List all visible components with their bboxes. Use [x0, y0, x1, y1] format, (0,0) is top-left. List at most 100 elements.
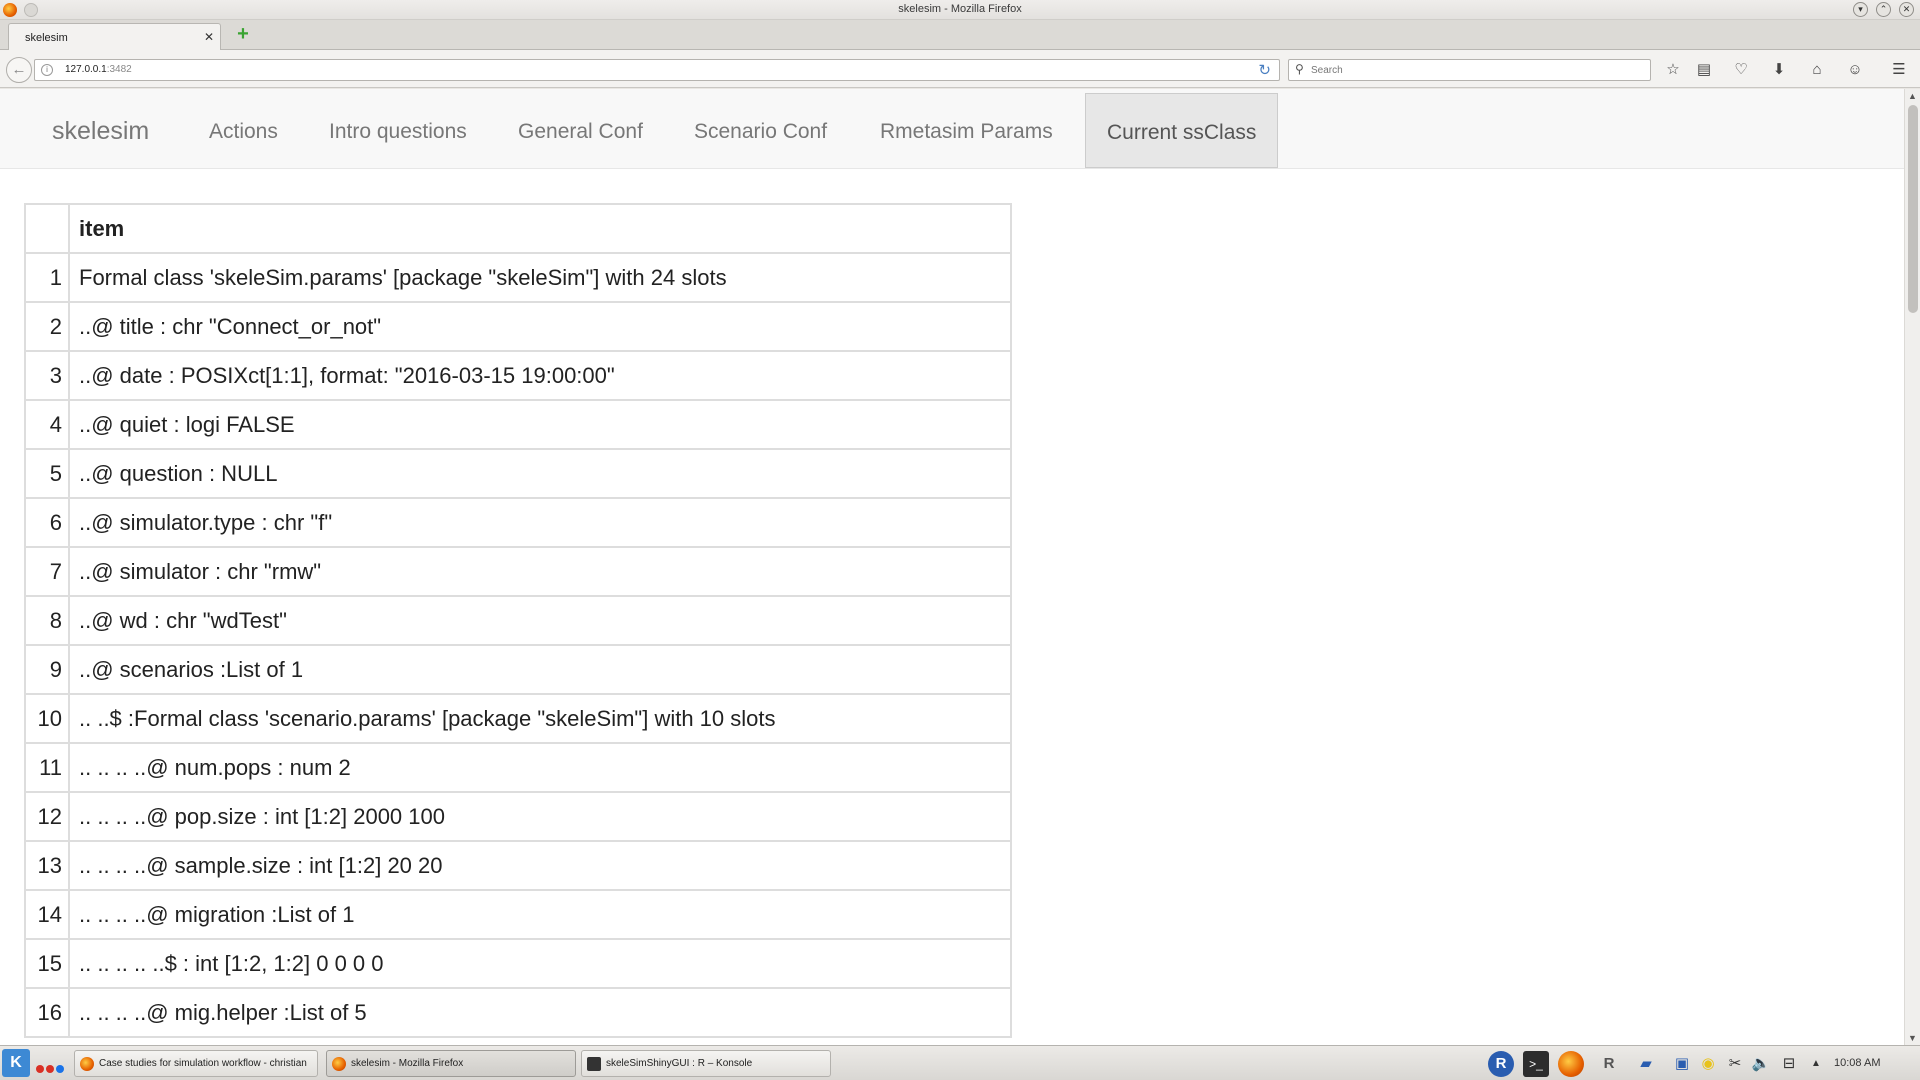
notification-bulb-icon[interactable]: ◉	[1695, 1051, 1721, 1077]
download-icon[interactable]: ⬇	[1769, 60, 1789, 80]
firefox-launcher-icon[interactable]	[1558, 1051, 1584, 1077]
scissors-icon[interactable]: ✂	[1722, 1051, 1748, 1077]
row-item: ..@ date : POSIXct[1:1], format: "2016-0…	[68, 350, 1012, 401]
desktop-icon[interactable]: ▰	[1633, 1051, 1659, 1077]
row-item: ..@ quiet : logi FALSE	[68, 399, 1012, 450]
scroll-up-icon[interactable]: ▲	[1908, 91, 1917, 101]
scroll-down-icon[interactable]: ▼	[1908, 1033, 1917, 1043]
item-header: item	[68, 203, 1012, 254]
row-index: 14	[24, 889, 70, 940]
firefox-icon	[80, 1057, 94, 1071]
row-item: .. .. .. ..@ num.pops : num 2	[68, 742, 1012, 793]
row-item: .. .. .. ..@ pop.size : int [1:2] 2000 1…	[68, 791, 1012, 842]
row-index: 10	[24, 693, 70, 744]
home-icon[interactable]: ⌂	[1807, 60, 1827, 80]
row-item: ..@ simulator : chr "rmw"	[68, 546, 1012, 597]
browser-tab[interactable]: skelesim ✕	[8, 23, 221, 51]
row-item: .. .. .. ..@ mig.helper :List of 5	[68, 987, 1012, 1038]
tab-strip: skelesim ✕ +	[0, 20, 1920, 51]
table-row: 5 ..@ question : NULL	[24, 448, 1012, 499]
ssclass-table: item 1 Formal class 'skeleSim.params' [pa…	[24, 203, 1012, 1038]
table-row: 3 ..@ date : POSIXct[1:1], format: "2016-…	[24, 350, 1012, 401]
back-icon[interactable]: ←	[6, 57, 32, 83]
row-item: Formal class 'skeleSim.params' [package …	[68, 252, 1012, 303]
row-item: ..@ scenarios :List of 1	[68, 644, 1012, 695]
brand[interactable]: skelesim	[52, 117, 149, 146]
row-item: ..@ question : NULL	[68, 448, 1012, 499]
tab-close-icon[interactable]: ✕	[204, 30, 214, 44]
navigation-toolbar: ← i 127.0.0.1:3482 ↻ ⚲ ☆ ▤ ♡ ⬇ ⌂ ☺ ☰	[0, 50, 1920, 88]
nav-scenario-conf[interactable]: Scenario Conf	[694, 120, 827, 144]
nav-current-ssclass[interactable]: Current ssClass	[1085, 93, 1279, 168]
row-index: 2	[24, 301, 70, 352]
scrollbar-thumb[interactable]	[1908, 105, 1918, 313]
row-index: 7	[24, 546, 70, 597]
star-icon[interactable]: ☆	[1663, 60, 1683, 80]
maximize-button[interactable]: ⌃	[1876, 2, 1891, 17]
row-item: .. .. .. .. ..$ : int [1:2, 1:2] 0 0 0 0	[68, 938, 1012, 989]
reading-list-icon[interactable]: ▤	[1694, 60, 1714, 80]
close-window-button[interactable]: ✕	[1899, 2, 1914, 17]
clipboard-icon[interactable]: ▣	[1669, 1051, 1695, 1077]
table-row: 9 ..@ scenarios :List of 1	[24, 644, 1012, 695]
row-index: 3	[24, 350, 70, 401]
row-item: ..@ title : chr "Connect_or_not"	[68, 301, 1012, 352]
task-konsole[interactable]: skeleSimShinyGUI : R – Konsole	[581, 1050, 831, 1077]
table-row: 4 ..@ quiet : logi FALSE	[24, 399, 1012, 450]
table-row: 11.. .. .. ..@ num.pops : num 2	[24, 742, 1012, 793]
chat-icon[interactable]: ☺	[1845, 60, 1865, 80]
row-index: 9	[24, 644, 70, 695]
row-index: 16	[24, 987, 70, 1038]
firefox-icon	[332, 1057, 346, 1071]
window-title: skelesim - Mozilla Firefox	[898, 3, 1022, 15]
rstudio-icon[interactable]: R	[1596, 1051, 1622, 1077]
url-bar[interactable]: i 127.0.0.1:3482 ↻	[34, 59, 1280, 81]
row-index: 5	[24, 448, 70, 499]
pocket-icon[interactable]: ♡	[1731, 60, 1751, 80]
table-row: 12.. .. .. ..@ pop.size : int [1:2] 2000…	[24, 791, 1012, 842]
table-row: 14.. .. .. ..@ migration :List of 1	[24, 889, 1012, 940]
url-text[interactable]: 127.0.0.1:3482	[65, 64, 132, 75]
row-item: ..@ simulator.type : chr "f"	[68, 497, 1012, 548]
table-row: 1 Formal class 'skeleSim.params' [package…	[24, 252, 1012, 303]
terminal-icon[interactable]: >_	[1523, 1051, 1549, 1077]
row-index: 15	[24, 938, 70, 989]
task-case-studies[interactable]: Case studies for simulation workflow - c…	[74, 1050, 318, 1077]
page-content: skelesim Actions Intro questions General…	[0, 89, 1904, 1045]
nav-intro-questions[interactable]: Intro questions	[329, 120, 467, 144]
search-input[interactable]	[1311, 63, 1641, 78]
search-bar[interactable]: ⚲	[1288, 59, 1651, 81]
reload-icon[interactable]: ↻	[1258, 61, 1271, 79]
nav-actions[interactable]: Actions	[209, 120, 278, 144]
app-navbar: skelesim Actions Intro questions General…	[0, 89, 1904, 169]
table-row: 10.. ..$ :Formal class 'scenario.params'…	[24, 693, 1012, 744]
row-item: ..@ wd : chr "wdTest"	[68, 595, 1012, 646]
row-item: .. .. .. ..@ sample.size : int [1:2] 20 …	[68, 840, 1012, 891]
tray-expand-icon[interactable]: ▲	[1803, 1051, 1829, 1077]
site-info-icon[interactable]: i	[41, 64, 53, 76]
task-skelesim-firefox[interactable]: skelesim - Mozilla Firefox	[326, 1050, 576, 1077]
row-index: 13	[24, 840, 70, 891]
volume-icon[interactable]: 🔈	[1748, 1051, 1774, 1077]
table-row: 6 ..@ simulator.type : chr "f"	[24, 497, 1012, 548]
network-icon[interactable]: ⊟	[1776, 1051, 1802, 1077]
table-row: 16.. .. .. ..@ mig.helper :List of 5	[24, 987, 1012, 1038]
desktop-pager[interactable]	[36, 1060, 66, 1078]
app-launcher-icon[interactable]: K	[2, 1049, 30, 1077]
row-index: 6	[24, 497, 70, 548]
menu-icon[interactable]: ☰	[1889, 60, 1909, 80]
tab-label: skelesim	[25, 32, 68, 44]
r-icon[interactable]: R	[1488, 1051, 1514, 1077]
minimize-button[interactable]: ▾	[1853, 2, 1868, 17]
nav-rmetasim-params[interactable]: Rmetasim Params	[880, 120, 1053, 144]
index-header	[24, 203, 70, 254]
row-index: 12	[24, 791, 70, 842]
new-tab-icon[interactable]: +	[234, 24, 252, 44]
table-row: 15.. .. .. .. ..$ : int [1:2, 1:2] 0 0 0…	[24, 938, 1012, 989]
table-row: 8 ..@ wd : chr "wdTest"	[24, 595, 1012, 646]
window-titlebar: skelesim - Mozilla Firefox ▾ ⌃ ✕	[0, 0, 1920, 20]
page-scrollbar[interactable]: ▲ ▼	[1904, 89, 1920, 1045]
row-index: 8	[24, 595, 70, 646]
nav-general-conf[interactable]: General Conf	[518, 120, 643, 144]
taskbar: K Case studies for simulation workflow -…	[0, 1045, 1920, 1080]
